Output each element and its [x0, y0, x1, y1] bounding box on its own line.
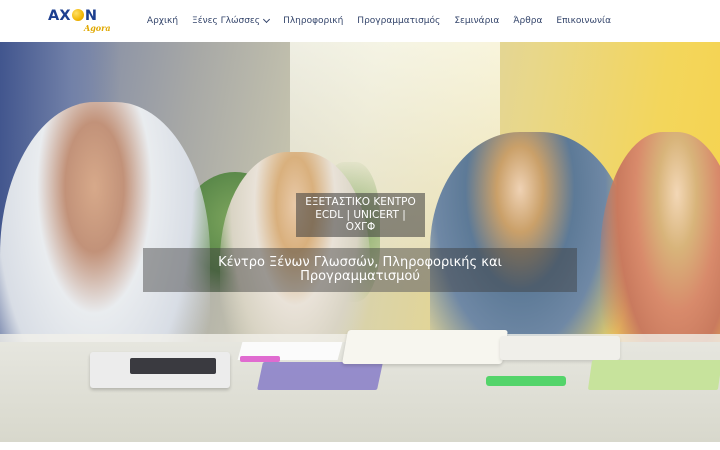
- site-logo[interactable]: AX N Agora: [48, 8, 116, 34]
- nav-item-seminars[interactable]: Σεμινάρια: [447, 16, 506, 26]
- nav-label: Ξένες Γλώσσες: [192, 16, 261, 26]
- nav-label: Επικοινωνία: [556, 16, 611, 26]
- chevron-down-icon: [263, 15, 271, 24]
- logo-subtitle: Agora: [84, 23, 111, 33]
- nav-item-informatics[interactable]: Πληροφορική: [276, 16, 350, 26]
- hero-photo-book: [587, 360, 720, 390]
- hero-heading-box: Κέντρο Ξένων Γλωσσών, Πληροφορικής και Π…: [143, 248, 577, 292]
- exam-center-badge: ΕΞΕΤΑΣΤΙΚΟ ΚΕΝΤΡΟ ECDL | UNICERT | ΟΧΓΦ: [296, 193, 425, 237]
- nav-label: Προγραμματισμός: [357, 16, 441, 26]
- hero-heading: Κέντρο Ξένων Γλωσσών, Πληροφορικής και Π…: [218, 254, 502, 284]
- nav-item-foreign-languages[interactable]: Ξένες Γλώσσες: [185, 15, 276, 26]
- hero-banner: [0, 42, 720, 442]
- nav-item-home[interactable]: Αρχική: [140, 16, 185, 26]
- nav-item-articles[interactable]: Άρθρα: [506, 16, 549, 26]
- hero-photo-book: [257, 362, 383, 390]
- hero-photo-book: [500, 336, 620, 360]
- nav-label: Πληροφορική: [283, 16, 344, 26]
- page-bottom-strip: [0, 442, 720, 450]
- logo-wordmark: AX N: [48, 8, 98, 24]
- nav-label: Άρθρα: [513, 16, 543, 26]
- nav-item-programming[interactable]: Προγραμματισμός: [350, 16, 447, 26]
- hero-photo-marker: [486, 376, 566, 386]
- site-header: AX N Agora Αρχική Ξένες Γλώσσες Πληροφορι…: [0, 0, 720, 42]
- hero-photo-phone: [130, 358, 216, 374]
- nav-label: Αρχική: [146, 16, 179, 26]
- exam-center-text: ΕΞΕΤΑΣΤΙΚΟ ΚΕΝΤΡΟ ECDL | UNICERT | ΟΧΓΦ: [305, 196, 416, 234]
- globe-icon: [71, 9, 84, 21]
- hero-photo-book: [342, 330, 508, 364]
- main-nav: Αρχική Ξένες Γλώσσες Πληροφορική Προγραμ…: [140, 0, 618, 42]
- nav-item-contact[interactable]: Επικοινωνία: [549, 16, 618, 26]
- nav-label: Σεμινάρια: [454, 16, 500, 26]
